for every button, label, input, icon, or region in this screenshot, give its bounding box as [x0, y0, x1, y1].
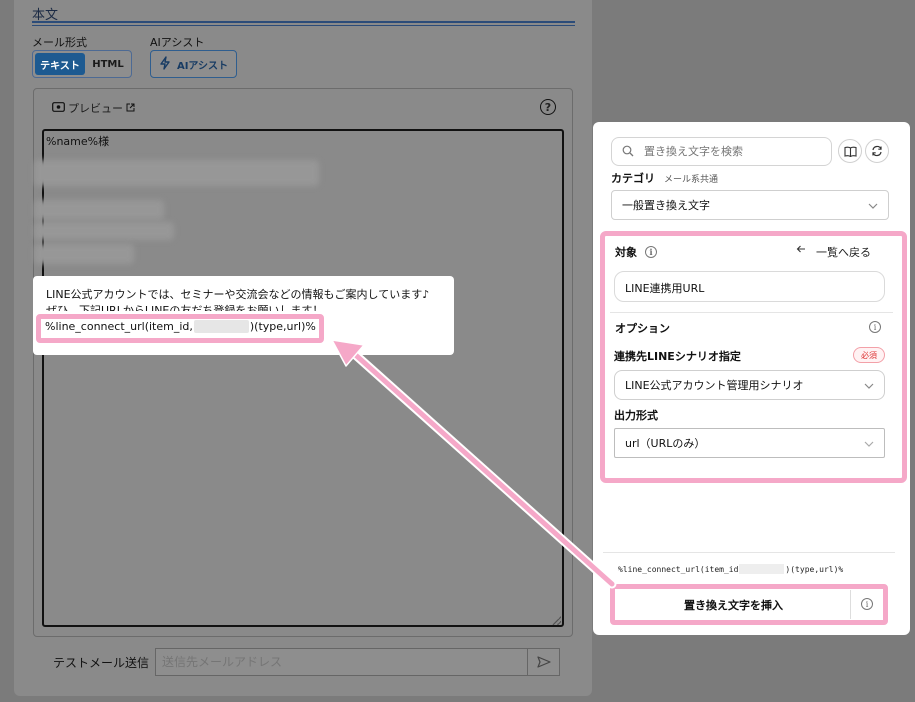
arrow-left-icon [796, 244, 806, 260]
snippet-code-suffix: )(type,url)% [249, 320, 316, 333]
resize-handle[interactable] [552, 616, 561, 625]
blurred-text [34, 160, 319, 186]
info-icon[interactable]: i [861, 598, 873, 610]
chevron-down-icon [864, 437, 874, 450]
search-input[interactable] [642, 144, 812, 159]
options-divider [610, 312, 893, 313]
section-divider [32, 21, 575, 23]
category-select[interactable]: 一般置き換え文字 [611, 190, 889, 220]
output-format-select[interactable]: url（URLのみ） [614, 428, 885, 458]
preview-link-label: プレビュー [68, 102, 123, 115]
help-icon[interactable]: ? [540, 99, 556, 115]
code-preview-prefix: %line_connect_url(item_id [618, 564, 739, 574]
chevron-down-icon [868, 199, 878, 212]
chevron-down-icon [864, 379, 874, 392]
code-preview-suffix: )(type,url)% [785, 564, 844, 574]
redacted-id [739, 564, 785, 574]
output-format-label: 出力形式 [614, 409, 658, 422]
mail-format-toggle: テキスト HTML [32, 50, 132, 78]
search-icon [622, 142, 634, 161]
send-button[interactable] [527, 648, 560, 676]
category-select-value: 一般置き換え文字 [622, 199, 710, 212]
target-label-text: 対象 [615, 246, 637, 259]
scenario-select-value: LINE公式アカウント管理用シナリオ [625, 379, 804, 392]
insert-button-separator [850, 590, 851, 619]
send-icon [536, 653, 551, 672]
snippet-line-2: ぜひ、下記URLからLINEの友だち登録をお願いします！ [46, 304, 324, 311]
footer-divider [603, 552, 895, 553]
snippet-code: %line_connect_url(item_id, )(type,url)% [45, 320, 316, 333]
scenario-select[interactable]: LINE公式アカウント管理用シナリオ [614, 370, 885, 400]
snippet-code-prefix: %line_connect_url(item_id, [45, 320, 193, 333]
back-to-list-label: 一覧へ戻る [816, 246, 871, 259]
info-icon[interactable]: i [869, 321, 881, 333]
blurred-text [34, 244, 134, 264]
output-format-value: url（URLのみ） [625, 437, 706, 450]
body-first-line: %name%様 [46, 135, 110, 148]
test-send-label: テストメール送信 [53, 656, 150, 670]
refresh-button[interactable] [865, 139, 889, 163]
blurred-text [34, 200, 164, 220]
category-sublabel: メール系共通 [664, 175, 719, 185]
book-icon [843, 142, 857, 161]
format-text-button[interactable]: テキスト [35, 53, 85, 75]
snippet-line-1: LINE公式アカウントでは、セミナーや交流会などの情報もご案内しています♪ [46, 288, 430, 301]
mail-format-label: メール形式 [32, 36, 87, 49]
insert-replacement-button[interactable]: 置き換え文字を挿入 [617, 590, 850, 619]
code-preview: %line_connect_url(item_id )(type,url)% [618, 564, 843, 574]
back-to-list-link[interactable]: 一覧へ戻る [796, 244, 871, 260]
section-divider-thin [32, 25, 575, 26]
redacted-id [193, 320, 249, 333]
blurred-text [34, 222, 174, 240]
scenario-label: 連携先LINEシナリオ指定 [614, 350, 741, 363]
lightning-icon [159, 55, 171, 73]
search-box [611, 137, 832, 166]
format-html-button[interactable]: HTML [87, 53, 129, 75]
category-label: カテゴリ [611, 172, 655, 185]
dictionary-button[interactable] [838, 139, 862, 163]
options-label: オプション [615, 322, 670, 335]
target-field[interactable]: LINE連携用URL [614, 271, 885, 302]
required-badge: 必須 [853, 347, 885, 363]
ai-assist-button-label: AIアシスト [176, 60, 229, 72]
test-email-input[interactable] [155, 648, 528, 676]
eye-icon [52, 101, 65, 115]
refresh-icon [871, 142, 883, 161]
target-label: 対象 i [615, 244, 657, 260]
preview-link[interactable]: プレビュー [52, 100, 135, 116]
ai-assist-button[interactable]: AIアシスト [150, 50, 237, 78]
external-link-icon [126, 102, 135, 115]
ai-assist-label: AIアシスト [150, 36, 205, 49]
info-icon[interactable]: i [645, 246, 657, 258]
